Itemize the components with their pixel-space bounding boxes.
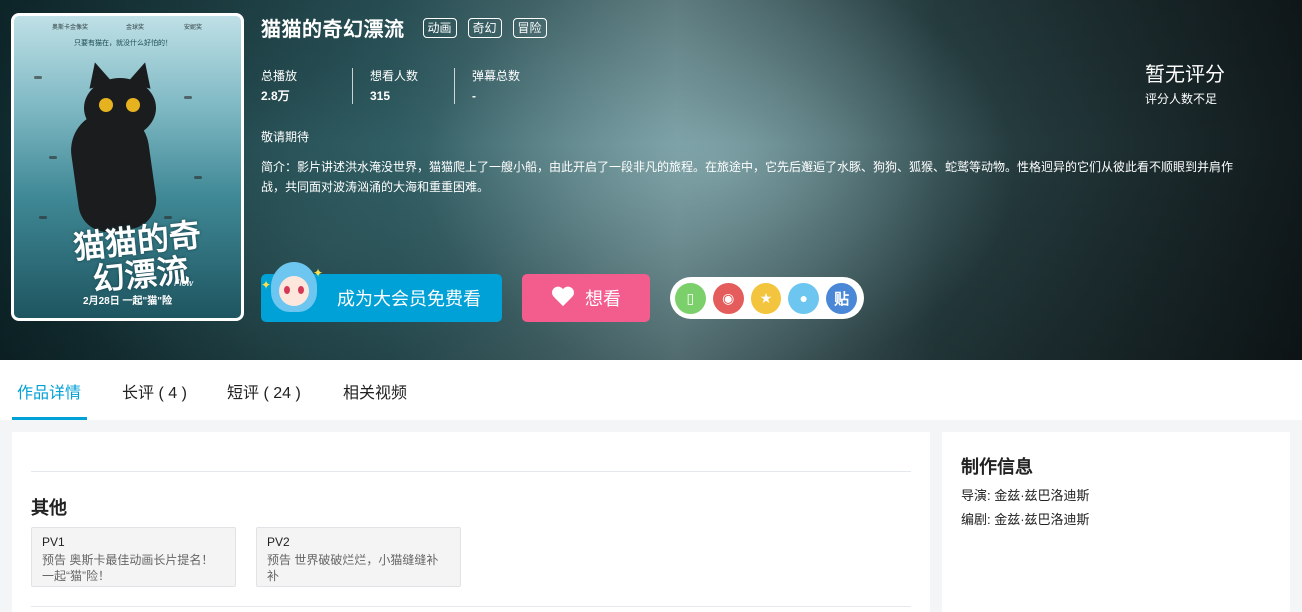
tag-adventure[interactable]: 冒险 (512, 17, 547, 38)
stat-label: 总播放 (261, 69, 298, 83)
mascot-eye-shape (284, 286, 290, 294)
stat-danmaku-count: 弹幕总数 - (454, 68, 556, 104)
title-row: 猫猫的奇幻漂流 动画 奇幻 冒险 (261, 13, 558, 42)
production-info-title: 制作信息 (961, 457, 1033, 477)
divider (31, 606, 911, 607)
pv-card-2[interactable]: PV2 预告 世界破破烂烂，小猫缝缝补补 (256, 527, 461, 587)
want-to-watch-button[interactable]: 想看 (522, 274, 650, 322)
rating-block: 暂无评分 评分人数不足 (1145, 62, 1225, 107)
pv-description: 预告 世界破破烂烂，小猫缝缝补补 (267, 553, 439, 583)
fish-shape (49, 156, 57, 159)
stat-value: 315 (370, 89, 391, 103)
fish-shape (184, 96, 192, 99)
cat-head-shape (84, 78, 156, 138)
rating-subtext: 评分人数不足 (1145, 92, 1218, 106)
divider (31, 471, 911, 472)
pv-name: PV1 (42, 535, 65, 549)
stat-value: - (472, 89, 476, 103)
mascot-eye-shape (298, 286, 304, 294)
pv-description: 预告 奥斯卡最佳动画长片提名！一起“猫”险！ (42, 553, 214, 583)
heart-icon (551, 287, 575, 309)
sparkle-icon: ✦ (261, 278, 272, 292)
become-vip-button[interactable]: ✦ ✦ 成为大会员免费看 (261, 262, 502, 322)
director-credit: 导演: 金兹·兹巴洛迪斯 (961, 488, 1090, 503)
tag-animation[interactable]: 动画 (422, 17, 457, 38)
poster-title-art: 猫猫的奇幻漂流 (71, 215, 203, 299)
writer-credit: 编剧: 金兹·兹巴洛迪斯 (961, 512, 1090, 527)
tab-details[interactable]: 作品详情 (17, 379, 81, 403)
mascot-icon: ✦ ✦ (261, 262, 325, 322)
details-card: 其他 PV1 预告 奥斯卡最佳动画长片提名！一起“猫”险！ PV2 预告 世界破… (12, 432, 930, 612)
mobile-icon[interactable]: ▯ (675, 282, 706, 314)
qq-icon[interactable]: ● (788, 282, 820, 314)
share-bar: ▯ ◉ ★ ● 贴 (670, 277, 864, 319)
poster-award-2: 金球奖 (126, 25, 145, 31)
poster-award-1: 奥斯卡金像奖 (52, 25, 89, 31)
poster-award-3: 安妮奖 (184, 25, 203, 31)
stat-total-plays: 总播放 2.8万 (261, 68, 352, 104)
want-button-label: 想看 (585, 289, 621, 309)
stat-value: 2.8万 (261, 89, 290, 103)
active-tab-indicator (12, 417, 87, 420)
poster-subtitle: Flow (174, 278, 194, 288)
tab-bar: 作品详情 长评 ( 4 ) 短评 ( 24 ) 相关视频 (0, 360, 1302, 420)
vip-button-label: 成为大会员免费看 (337, 289, 481, 309)
tag-fantasy[interactable]: 奇幻 (467, 17, 502, 38)
anime-title: 猫猫的奇幻漂流 (261, 19, 405, 41)
stat-label: 想看人数 (370, 69, 419, 83)
fish-shape (39, 216, 47, 219)
sparkle-icon: ✦ (313, 266, 324, 280)
anime-summary: 简介：影片讲述洪水淹没世界，猫猫爬上了一艘小船，由此开启了一段非凡的旅程。在旅途… (261, 160, 1234, 194)
qzone-icon[interactable]: ★ (750, 282, 782, 314)
fish-shape (34, 76, 42, 79)
anime-poster[interactable]: 奥斯卡金像奖 金球奖 安妮奖 只要有猫在，就没什么好怕的！ 猫猫的奇幻漂流 Fl… (11, 13, 244, 321)
production-info-card: 制作信息 导演: 金兹·兹巴洛迪斯 编剧: 金兹·兹巴洛迪斯 (942, 432, 1290, 612)
stat-label: 弹幕总数 (472, 69, 521, 83)
poster-date: 2月28日 一起"猫"险 (83, 296, 172, 307)
rating-text: 暂无评分 (1145, 64, 1225, 86)
release-status: 敬请期待 (261, 130, 310, 144)
weibo-icon[interactable]: ◉ (712, 282, 744, 314)
poster-tagline: 只要有猫在，就没什么好怕的！ (74, 40, 172, 47)
cat-eye-shape (99, 98, 113, 112)
pv-card-1[interactable]: PV1 预告 奥斯卡最佳动画长片提名！一起“猫”险！ (31, 527, 236, 587)
tab-related-videos[interactable]: 相关视频 (343, 379, 407, 403)
section-title-other: 其他 (31, 498, 67, 518)
tieba-icon[interactable]: 贴 (826, 282, 857, 314)
fish-shape (194, 176, 202, 179)
tab-short-reviews[interactable]: 短评 ( 24 ) (227, 379, 301, 403)
stat-want-count: 想看人数 315 (352, 68, 454, 104)
cat-eye-shape (126, 98, 140, 112)
pv-name: PV2 (267, 535, 290, 549)
stats: 总播放 2.8万 想看人数 315 弹幕总数 - (261, 68, 556, 104)
tab-long-reviews[interactable]: 长评 ( 4 ) (122, 379, 187, 403)
